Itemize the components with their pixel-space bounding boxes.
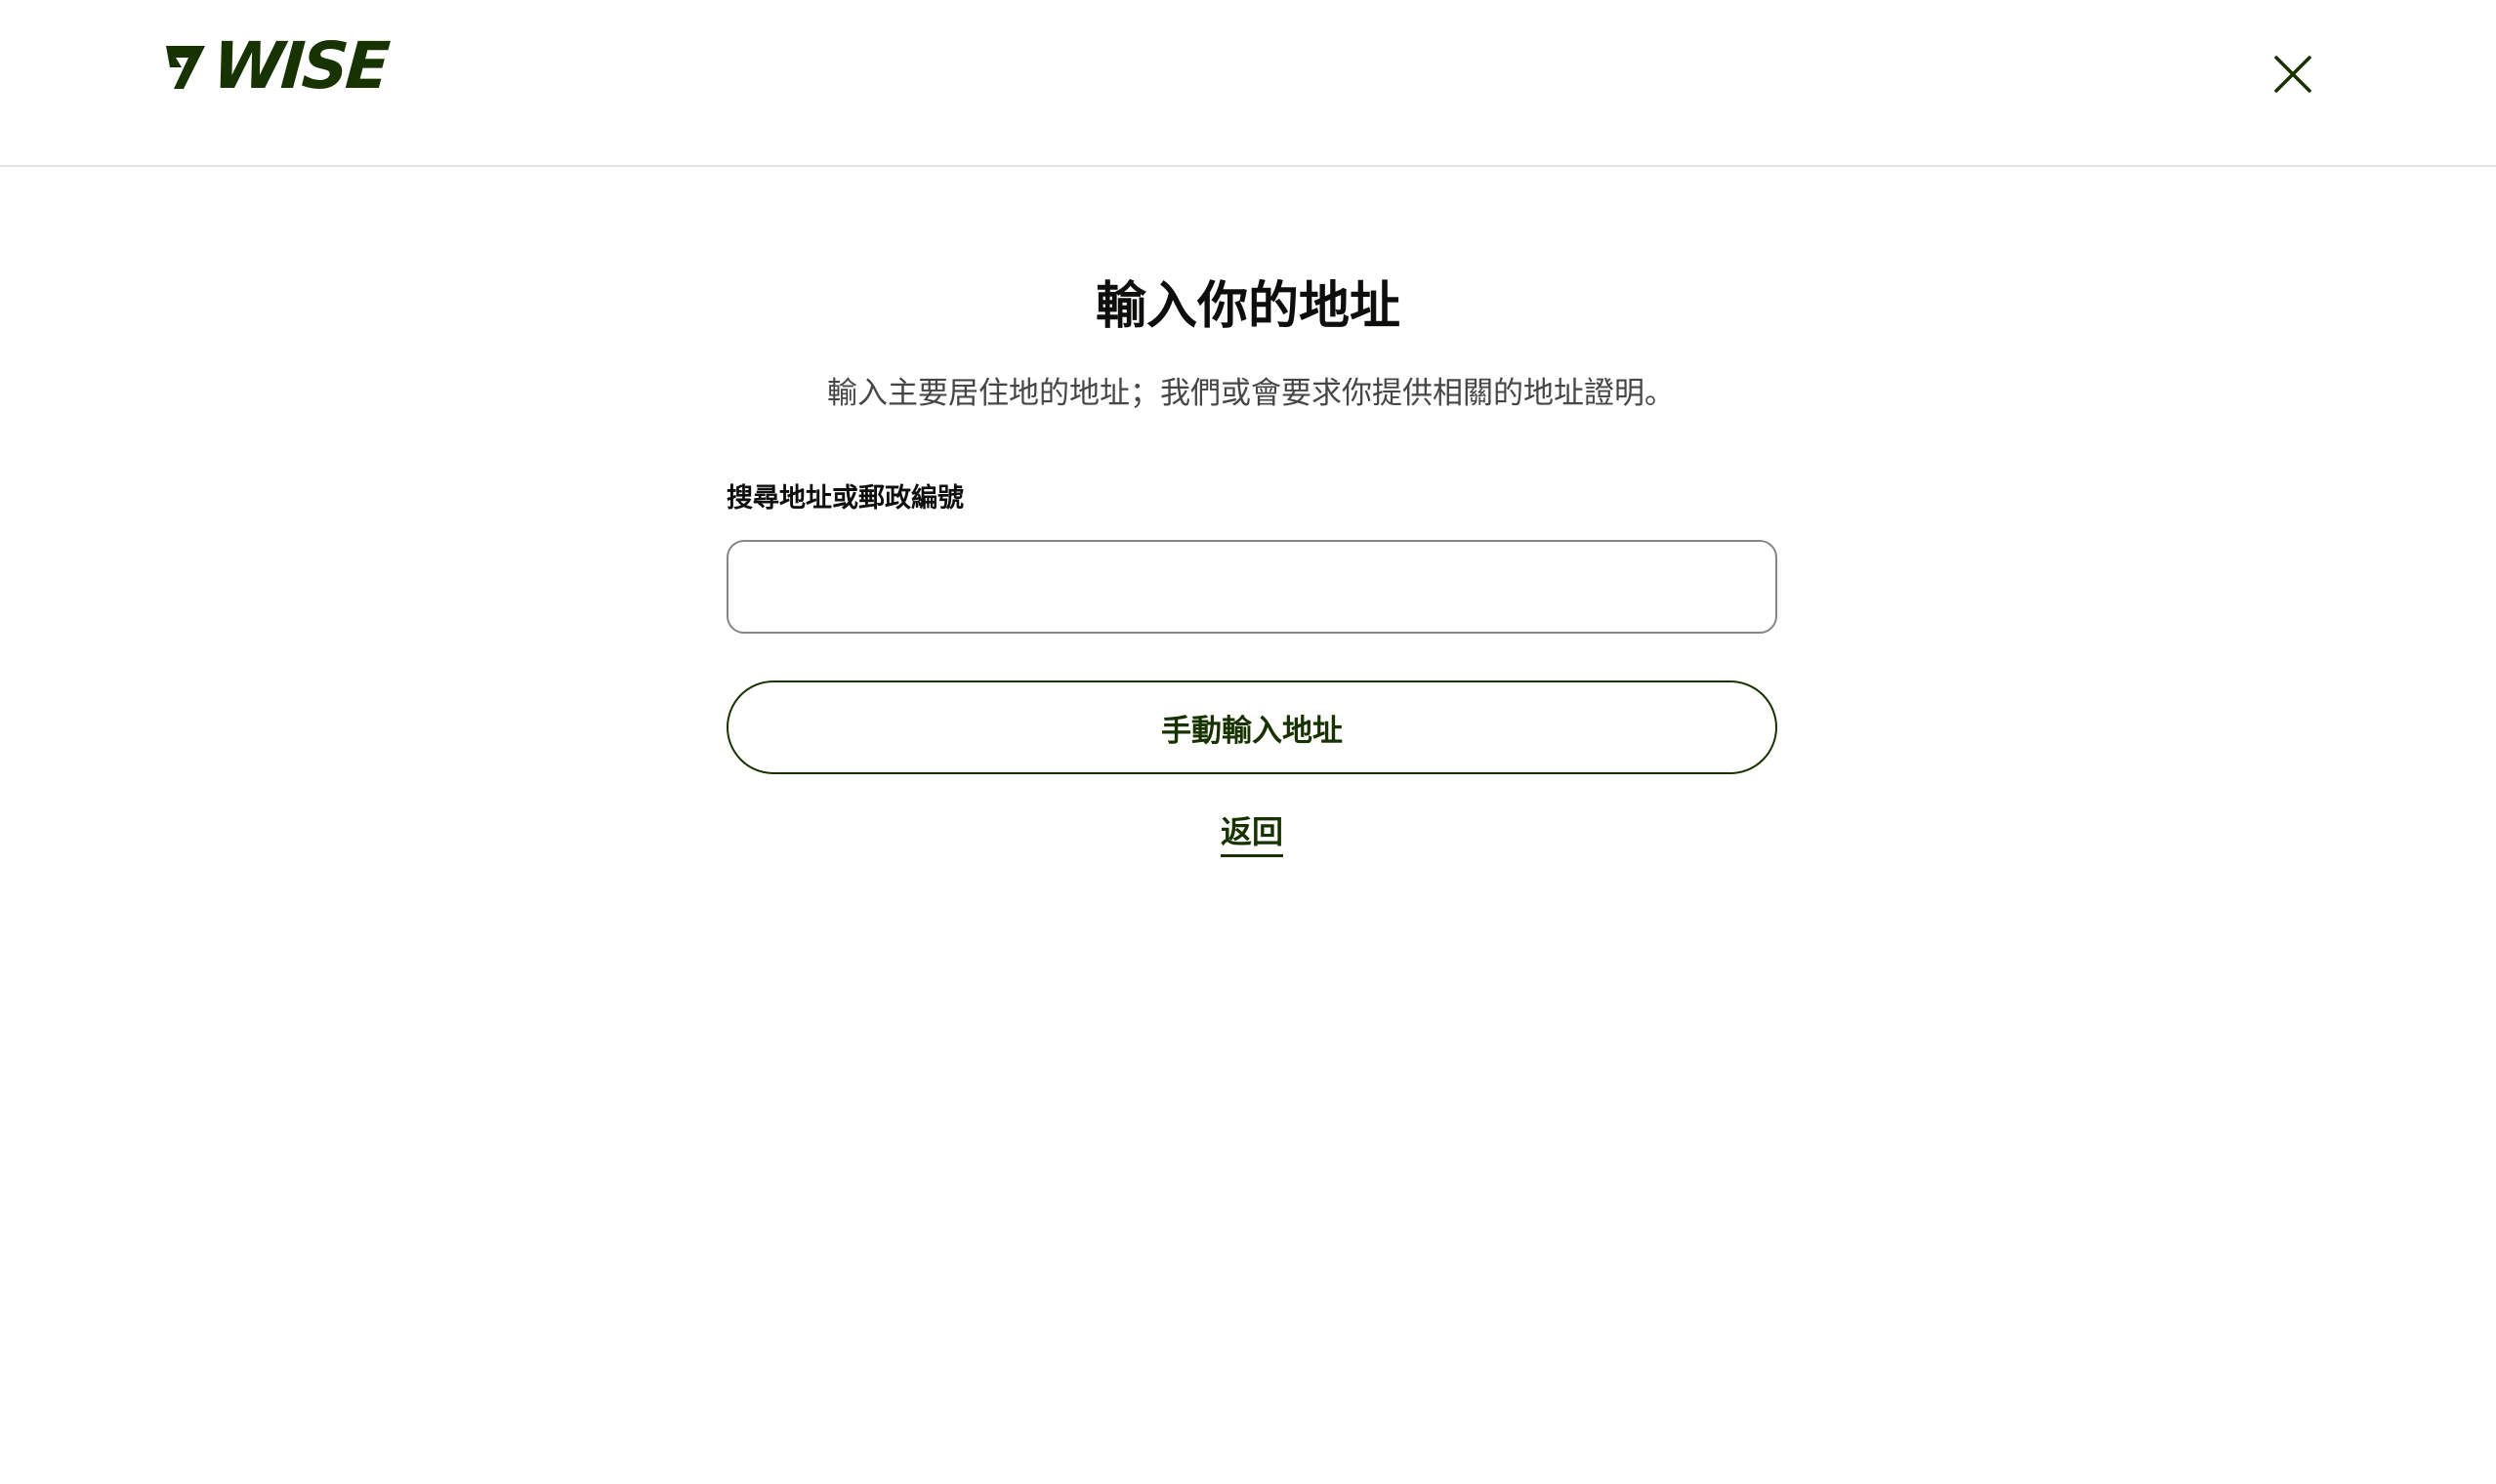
page-subtitle: 輸入主要居住地的地址；我們或會要求你提供相關的地址證明。 <box>827 376 1675 411</box>
close-icon <box>2274 56 2311 93</box>
close-button[interactable] <box>2264 39 2322 109</box>
search-address-label: 搜尋地址或郵政編號 <box>727 483 964 514</box>
wise-logo-text: WISE <box>210 28 390 103</box>
manual-address-button[interactable]: 手動輸入地址 <box>727 680 1777 774</box>
back-link[interactable]: 返回 <box>1220 813 1283 857</box>
header: WISE <box>0 0 2496 167</box>
back-link-container: 返回 <box>0 811 2496 857</box>
wise-flag-icon <box>166 46 205 89</box>
search-address-input[interactable] <box>727 540 1777 634</box>
page-title: 輸入你的地址 <box>1095 277 1400 336</box>
wise-logo[interactable]: WISE <box>162 28 390 103</box>
